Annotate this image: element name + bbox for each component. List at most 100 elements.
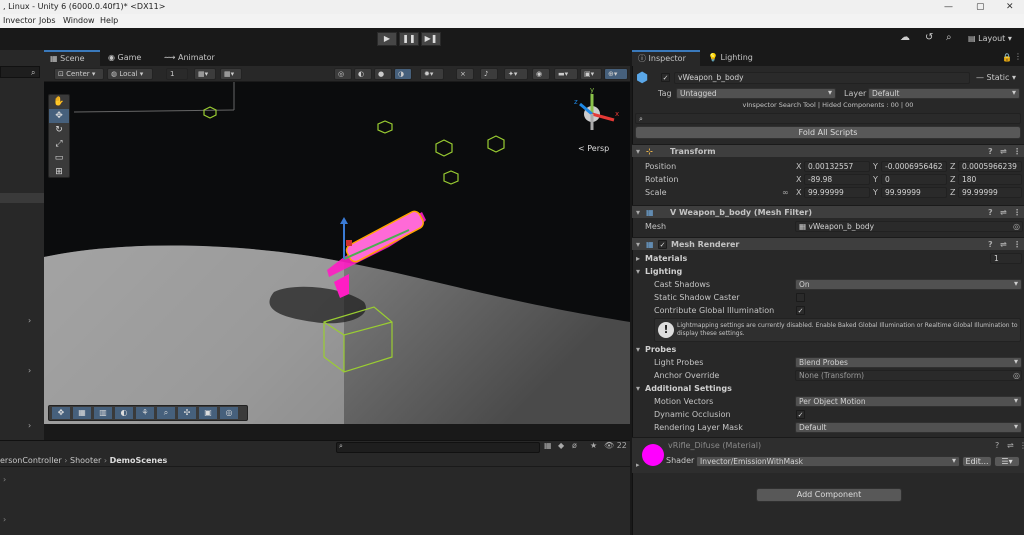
breadcrumb-item[interactable]: ersonController [0, 456, 62, 465]
more-icon[interactable]: ⋮ [1013, 238, 1021, 251]
pause-button[interactable]: ❚❚ [399, 32, 419, 46]
transform-tool-icon[interactable]: ⊞ [49, 165, 69, 179]
preset-icon[interactable]: ⇌ [1000, 206, 1007, 219]
tab-scene[interactable]: ▦ Scene [44, 50, 100, 66]
shading-wireframe-icon[interactable]: ◎ [334, 68, 352, 80]
mesh-filter-header[interactable]: ▾ ▦ V Weapon_b_body (Mesh Filter) ? ⇌ ⋮ [632, 205, 1024, 218]
overlay-mesh-icon[interactable]: ▥ [94, 407, 112, 419]
scale-z-field[interactable]: 99.99999 [958, 187, 1022, 198]
chevron-right-icon[interactable]: ▸ [636, 461, 640, 469]
pivot-dropdown[interactable]: ⊡ Center ▾ [54, 68, 104, 80]
help-icon[interactable]: ? [988, 206, 993, 219]
more-icon[interactable]: ⋮ [1013, 145, 1021, 158]
light-probes-dropdown[interactable]: Blend Probes [795, 357, 1022, 368]
breadcrumb-item-current[interactable]: DemoScenes [110, 456, 168, 465]
cast-shadows-dropdown[interactable]: On [795, 279, 1022, 290]
overlay-search-icon[interactable]: ⌕ [157, 407, 175, 419]
rendering-layer-mask-dropdown[interactable]: Default [795, 422, 1022, 433]
link-icon[interactable]: ∞ [782, 186, 789, 199]
static-dropdown[interactable]: — Static ▾ [976, 73, 1016, 82]
add-component-button[interactable]: Add Component [756, 488, 902, 502]
camera-settings-icon[interactable]: ▬▾ [554, 68, 578, 80]
chevron-down-icon[interactable]: ▾ [636, 238, 640, 251]
tag-dropdown[interactable]: Untagged [676, 88, 836, 99]
menu-jobs[interactable]: Jobs [39, 14, 56, 28]
cloud-icon[interactable]: ☁ [900, 32, 910, 43]
dynamic-occlusion-checkbox[interactable]: ✓ [796, 410, 805, 419]
chevron-right-icon[interactable]: › [28, 421, 31, 430]
rotation-x-field[interactable]: -89.98 [804, 174, 870, 185]
help-icon[interactable]: ? [988, 238, 993, 251]
play-button[interactable]: ▶ [377, 32, 397, 46]
search-icon[interactable]: ⌕ [946, 32, 952, 43]
overlay-settings-icon[interactable]: ◎ [220, 407, 238, 419]
edit-shader-button[interactable]: Edit... [962, 456, 992, 467]
rotate-tool-icon[interactable]: ↻ [49, 123, 69, 137]
chevron-down-icon[interactable]: ▾ [636, 206, 640, 219]
fold-all-scripts-button[interactable]: Fold All Scripts [635, 126, 1021, 139]
menu-help[interactable]: Help [100, 14, 118, 28]
layout-dropdown[interactable]: ▤ Layout ▾ [968, 34, 1012, 43]
position-z-field[interactable]: 0.0005966239 [958, 161, 1022, 172]
preset-icon[interactable]: ⇌ [1007, 441, 1014, 450]
hierarchy-selected-row[interactable] [0, 193, 44, 203]
audio-icon[interactable]: ♪ [480, 68, 498, 80]
gizmos-dropdown[interactable]: ⊕▾ [604, 68, 628, 80]
minimize-icon[interactable]: — [944, 0, 953, 14]
chevron-down-icon[interactable]: ▾ [636, 343, 640, 356]
overlay-snap-icon[interactable]: ⚘ [136, 407, 154, 419]
scale-x-field[interactable]: 99.99999 [804, 187, 870, 198]
effects-icon[interactable]: ⨯ [456, 68, 474, 80]
mesh-renderer-header[interactable]: ▾ ▦ ✓ Mesh Renderer ? ⇌ ⋮ [632, 237, 1024, 250]
tab-game[interactable]: ◉ Game [102, 50, 147, 66]
shading-unlit-icon[interactable]: ◑ [394, 68, 412, 80]
history-icon[interactable]: ↺ [925, 32, 933, 43]
preset-icon[interactable]: ⇌ [1000, 145, 1007, 158]
grid-size-field[interactable]: 1 [166, 68, 188, 80]
chevron-right-icon[interactable]: ▸ [636, 252, 640, 265]
hand-tool-icon[interactable]: ✋ [49, 95, 69, 109]
chevron-right-icon[interactable]: › [28, 316, 31, 325]
grid-snap-button[interactable]: ▦▾ [194, 68, 216, 80]
projection-label[interactable]: < Persp [578, 144, 609, 153]
object-picker-icon[interactable]: ◎ [1013, 369, 1020, 382]
chevron-right-icon[interactable]: › [28, 366, 31, 375]
position-x-field[interactable]: 0.00132557 [804, 161, 870, 172]
gizmos-icon[interactable]: ▣▾ [580, 68, 602, 80]
materials-row[interactable]: ▸ Materials 1 [632, 252, 1024, 265]
overlay-camera-icon[interactable]: ▣ [199, 407, 217, 419]
overlay-sphere-icon[interactable]: ◐ [115, 407, 133, 419]
move-tool-icon[interactable]: ✥ [49, 109, 69, 123]
rotation-z-field[interactable]: 180 [958, 174, 1022, 185]
anchor-override-field[interactable]: None (Transform) [795, 370, 1022, 381]
position-y-field[interactable]: -0.0006956462 [881, 161, 947, 172]
breadcrumb-item[interactable]: Shooter [70, 456, 101, 465]
help-icon[interactable]: ? [988, 145, 993, 158]
tab-animator[interactable]: ⟿ Animator [158, 50, 221, 66]
contribute-gi-checkbox[interactable]: ✓ [796, 306, 805, 315]
help-icon[interactable]: ? [995, 441, 999, 450]
maximize-icon[interactable]: ▢ [976, 0, 985, 14]
hidden-packages-icon[interactable]: ø [572, 441, 577, 450]
additional-settings-section[interactable]: ▾ Additional Settings [632, 382, 1024, 395]
active-checkbox[interactable]: ✓ [661, 73, 670, 82]
overlay-move-icon[interactable]: ✥ [52, 407, 70, 419]
overlay-grid-icon[interactable]: ▦ [73, 407, 91, 419]
filter-label-icon[interactable]: ◆ [558, 441, 564, 450]
more-icon[interactable]: ⋮ [1013, 206, 1021, 219]
preset-icon[interactable]: ⇌ [1000, 238, 1007, 251]
shading-shaded-icon[interactable]: ● [374, 68, 392, 80]
shader-options-button[interactable]: ☰▾ [994, 456, 1020, 467]
layer-dropdown[interactable]: Default [868, 88, 1020, 99]
more-icon[interactable]: ⋮ [1019, 441, 1024, 450]
object-picker-icon[interactable]: ◎ [1013, 220, 1020, 233]
object-name-input[interactable]: vWeapon_b_body [674, 72, 970, 84]
scale-y-field[interactable]: 99.99999 [881, 187, 947, 198]
tab-inspector[interactable]: ⓘ Inspector [632, 50, 700, 66]
chevron-down-icon[interactable]: ▾ [636, 265, 640, 278]
step-button[interactable]: ▶❚ [421, 32, 441, 46]
favorite-icon[interactable]: ★ [590, 441, 597, 450]
rect-tool-icon[interactable]: ▭ [49, 151, 69, 165]
static-shadow-caster-checkbox[interactable] [796, 293, 805, 302]
filter-type-icon[interactable]: ▦ [544, 441, 552, 450]
